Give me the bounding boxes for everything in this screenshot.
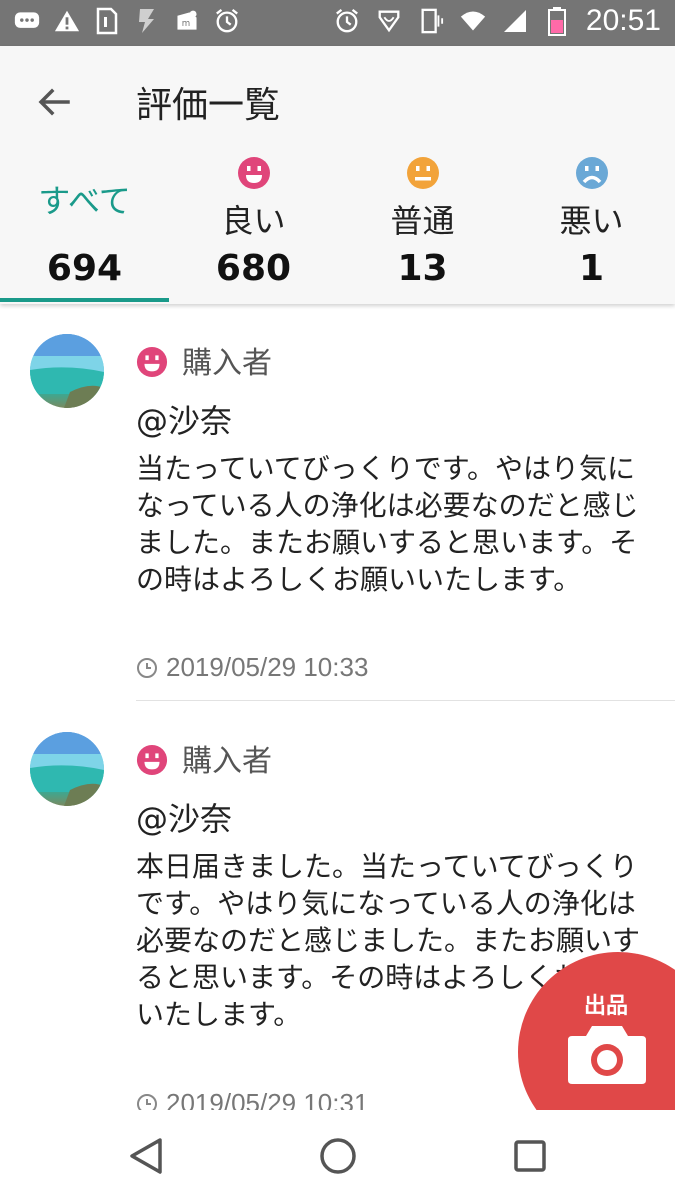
navigation-bar — [0, 1110, 675, 1200]
avatar[interactable] — [30, 732, 104, 806]
active-tab-indicator — [0, 298, 169, 302]
avatar[interactable] — [30, 334, 104, 408]
good-face-icon — [136, 744, 168, 776]
review-timestamp: 2019/05/29 10:33 — [136, 652, 368, 683]
review-item[interactable]: 購入者 @沙奈 当たっていてびっくりです。やはり気になっている人の浄化は必要なの… — [0, 334, 675, 704]
tab-count: 680 — [215, 248, 292, 289]
review-text: 当たっていてびっくりです。やはり気になっている人の浄化は必要なのだと感じました。… — [136, 452, 639, 596]
reviewer-role: 購入者 — [182, 744, 272, 779]
alarm-icon — [214, 8, 240, 34]
bad-face-icon — [575, 156, 609, 190]
nav-home-icon[interactable] — [316, 1134, 360, 1178]
good-face-icon — [136, 346, 168, 378]
reviewer-name[interactable]: @沙奈 — [136, 396, 232, 442]
sell-button-label: 出品 — [584, 994, 629, 1019]
app-bar: 評価一覧 すべて 694 良い 680 普通 13 悪い 1 — [0, 46, 675, 304]
battery-icon — [544, 7, 570, 36]
tab-count: 1 — [578, 248, 605, 289]
tab-good[interactable]: 良い 680 — [169, 144, 338, 302]
heart-icon — [376, 8, 402, 34]
tab-bad[interactable]: 悪い 1 — [507, 144, 675, 302]
mercari-icon: m — [174, 8, 200, 34]
status-bar: m 20:51 — [0, 0, 675, 46]
camera-icon — [566, 1022, 648, 1086]
reviewer-name[interactable]: @沙奈 — [136, 794, 232, 840]
svg-text:m: m — [182, 19, 190, 29]
download-icon — [134, 8, 160, 34]
alarm-icon — [334, 8, 360, 34]
sim-icon — [94, 7, 120, 35]
tab-count: 694 — [46, 248, 123, 289]
message-icon — [14, 8, 40, 34]
review-timestamp: 2019/05/29 10:31 — [136, 1088, 368, 1110]
tab-label: 普通 — [390, 202, 455, 240]
tab-label: 悪い — [559, 202, 624, 240]
timestamp-text: 2019/05/29 10:33 — [166, 652, 369, 682]
clock-icon — [137, 1093, 157, 1110]
tab-label: 良い — [221, 202, 286, 240]
rating-tabs: すべて 694 良い 680 普通 13 悪い 1 — [0, 144, 675, 302]
tab-neutral[interactable]: 普通 13 — [338, 144, 507, 302]
nav-recents-icon[interactable] — [508, 1134, 552, 1178]
tab-all[interactable]: すべて 694 — [0, 144, 169, 302]
divider — [136, 700, 675, 701]
vibrate-icon — [418, 8, 444, 34]
clock-time: 20:51 — [585, 4, 661, 37]
warning-icon — [54, 8, 80, 34]
tab-count: 13 — [397, 248, 448, 289]
signal-icon — [502, 8, 528, 34]
timestamp-text: 2019/05/29 10:31 — [166, 1088, 369, 1110]
arrow-back-icon[interactable] — [34, 82, 74, 122]
good-face-icon — [237, 156, 271, 190]
page-title: 評価一覧 — [136, 85, 281, 126]
neutral-face-icon — [406, 156, 440, 190]
tab-label: すべて — [38, 182, 131, 220]
nav-back-icon[interactable] — [124, 1134, 168, 1178]
clock-icon — [137, 657, 157, 678]
reviewer-role: 購入者 — [182, 346, 272, 381]
wifi-icon — [460, 8, 486, 34]
